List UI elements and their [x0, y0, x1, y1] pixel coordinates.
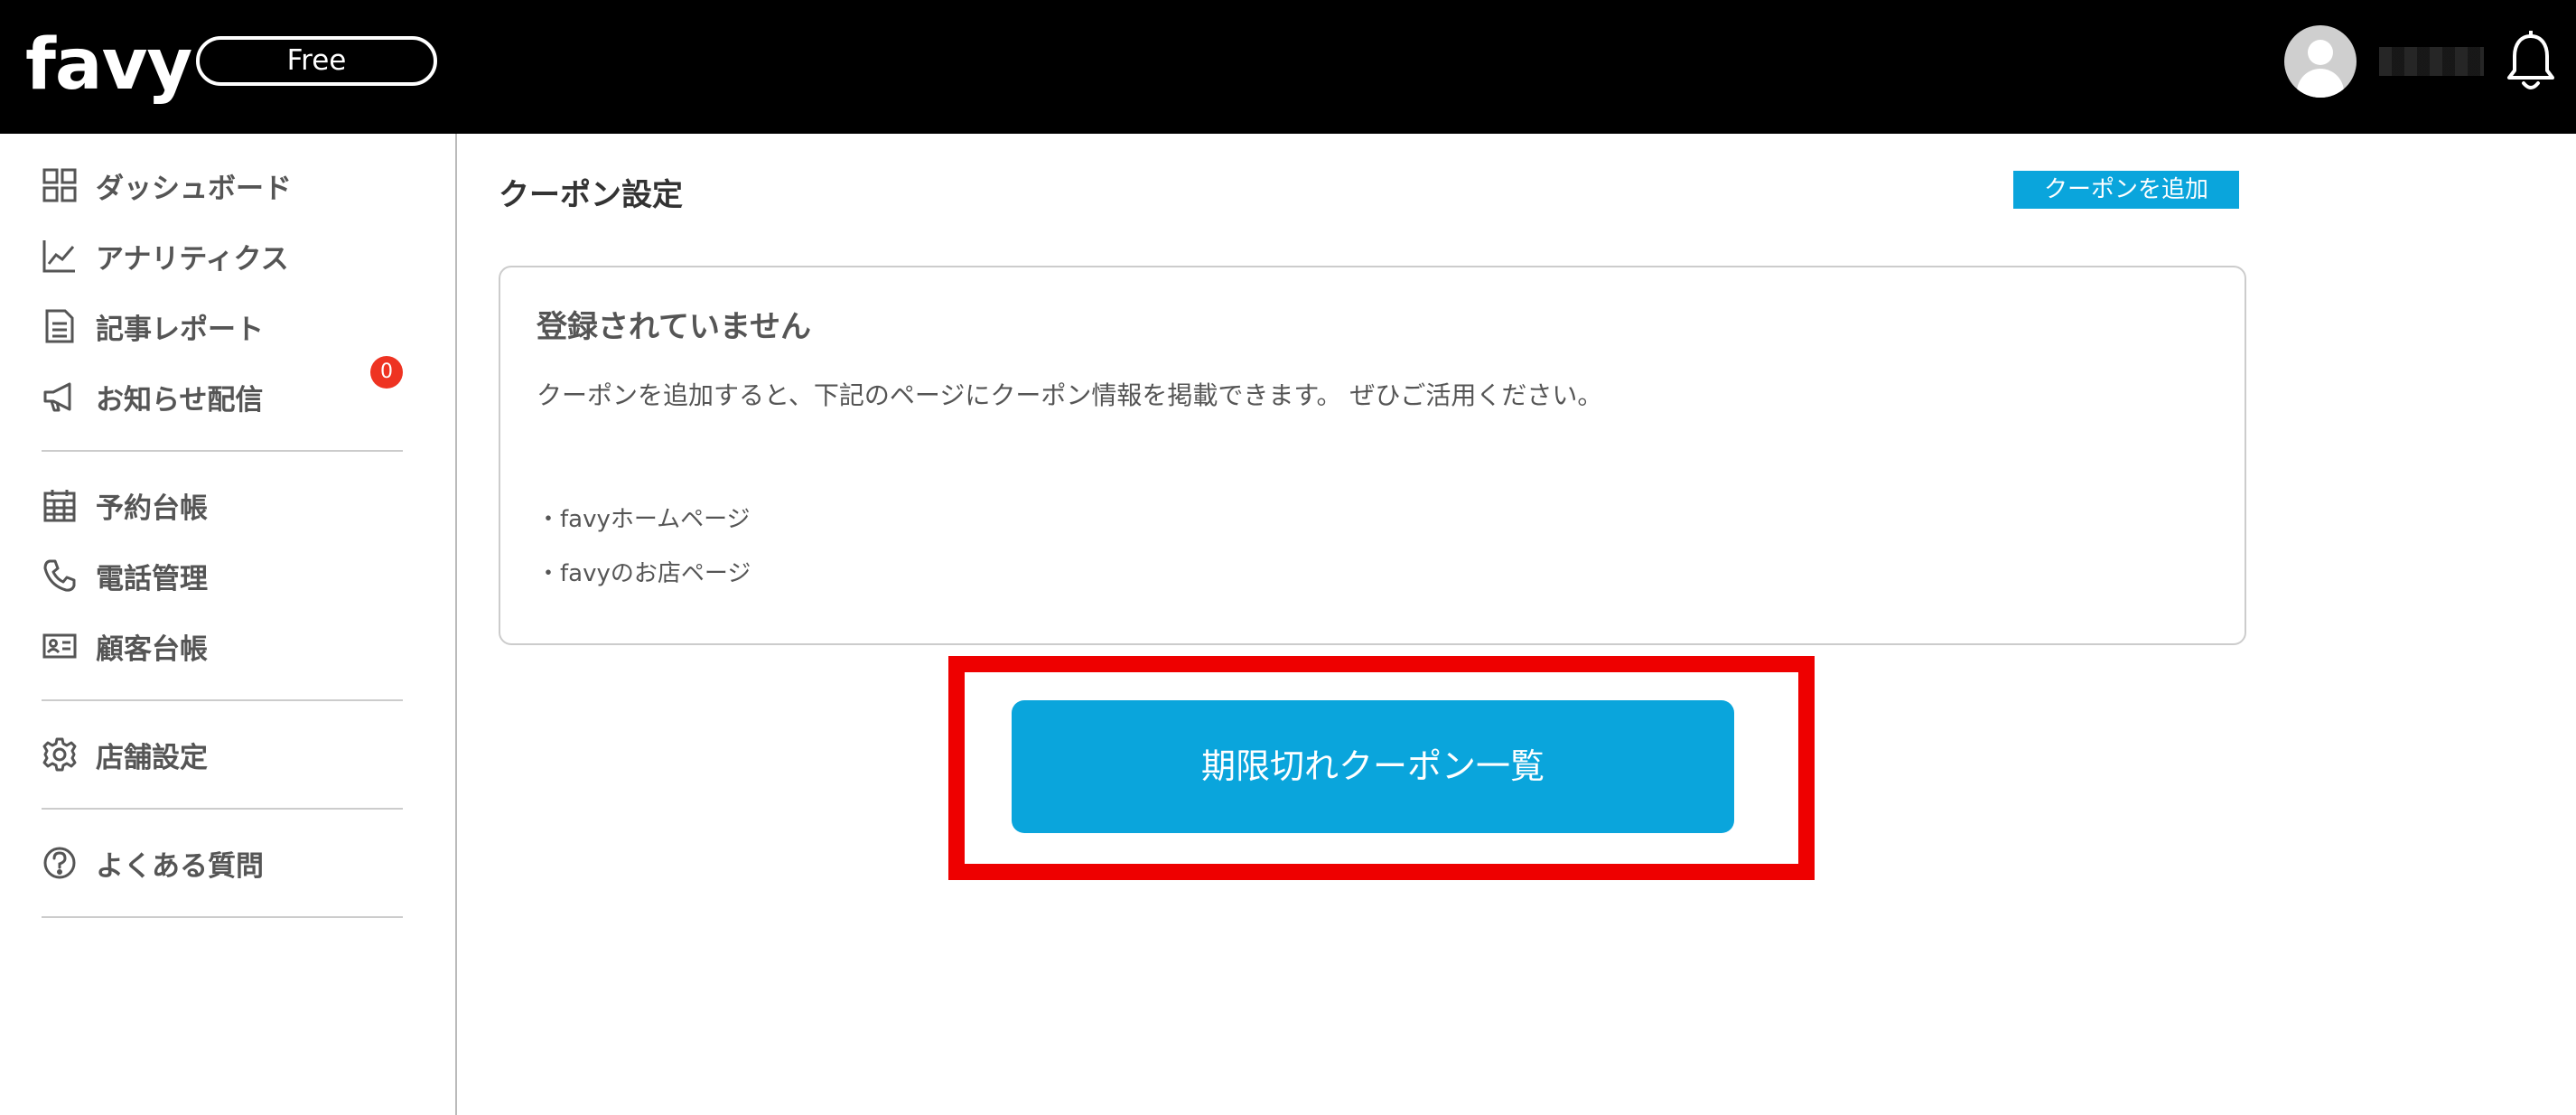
id-card-icon	[42, 628, 78, 664]
sidebar-item-label: アナリティクス	[96, 242, 289, 276]
reservation-count-badge: 0	[370, 356, 403, 389]
question-icon	[42, 845, 78, 881]
plan-badge[interactable]: Free	[196, 36, 437, 86]
sidebar: ダッシュボード アナリティクス 記事レポート お知らせ配信 予約台帳 電話管理 …	[0, 134, 457, 1115]
sidebar-item-label: 顧客台帳	[96, 632, 208, 666]
gear-icon	[42, 736, 78, 773]
sidebar-divider	[42, 808, 403, 810]
page-title: クーポン設定	[499, 177, 683, 213]
sidebar-item-phone-management[interactable]: 電話管理	[42, 553, 208, 598]
sidebar-item-label: ダッシュボード	[96, 172, 292, 205]
sidebar-item-analytics[interactable]: アナリティクス	[42, 233, 289, 278]
sidebar-divider	[42, 916, 403, 918]
sidebar-item-notification-delivery[interactable]: お知らせ配信	[42, 374, 263, 419]
phone-icon	[42, 558, 78, 594]
sidebar-item-article-report[interactable]: 記事レポート	[42, 304, 264, 349]
list-item: ・favyのお店ページ	[537, 560, 751, 587]
sidebar-item-reservations[interactable]: 予約台帳	[42, 483, 208, 528]
sidebar-item-label: 予約台帳	[96, 492, 208, 525]
sidebar-item-dashboard[interactable]: ダッシュボード	[42, 163, 292, 208]
empty-state-card: 登録されていません クーポンを追加すると、下記のページにクーポン情報を掲載できま…	[499, 266, 2246, 645]
sidebar-item-store-settings[interactable]: 店舗設定	[42, 732, 208, 777]
line-chart-icon	[42, 238, 78, 274]
sidebar-divider	[42, 450, 403, 452]
sidebar-item-label: よくある質問	[96, 849, 264, 883]
top-header: favy Free	[0, 0, 2576, 134]
sidebar-item-label: 記事レポート	[96, 313, 264, 346]
username-redacted[interactable]	[2379, 47, 2484, 76]
sidebar-item-label: 店舗設定	[96, 741, 208, 774]
bell-icon[interactable]	[2504, 31, 2558, 94]
add-coupon-button[interactable]: クーポンを追加	[2013, 171, 2239, 209]
sidebar-item-customer-ledger[interactable]: 顧客台帳	[42, 623, 208, 669]
calendar-icon	[42, 487, 78, 523]
sidebar-item-faq[interactable]: よくある質問	[42, 840, 264, 885]
favy-logo[interactable]: favy	[25, 20, 192, 110]
empty-state-heading: 登録されていません	[537, 309, 811, 345]
list-item: ・favyホームページ	[537, 506, 751, 533]
document-icon	[42, 308, 78, 344]
grid-icon	[42, 167, 78, 203]
empty-state-description: クーポンを追加すると、下記のページにクーポン情報を掲載できます。 ぜひご活用くだ…	[537, 380, 1603, 410]
expired-coupons-button[interactable]: 期限切れクーポン一覧	[1012, 700, 1734, 833]
user-avatar-icon[interactable]	[2284, 25, 2357, 98]
sidebar-item-label: 電話管理	[96, 562, 208, 595]
sidebar-item-label: お知らせ配信	[96, 383, 264, 417]
sidebar-divider	[42, 699, 403, 701]
megaphone-icon	[42, 379, 78, 415]
